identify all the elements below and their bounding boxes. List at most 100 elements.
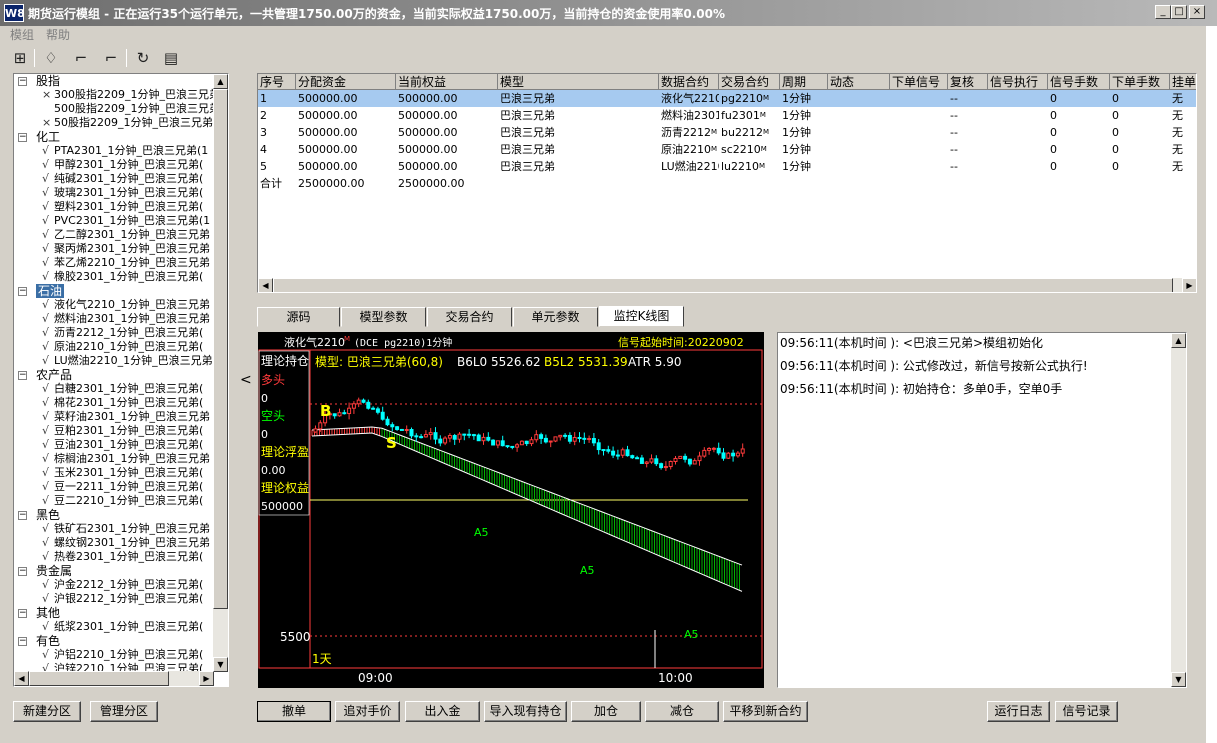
collapse-panel-icon[interactable]: < (240, 372, 252, 388)
manage-partition-button[interactable]: 管理分区 (90, 701, 158, 722)
column-header[interactable]: 信号执行 (988, 74, 1048, 90)
reduce-position-button[interactable]: 减仓 (645, 701, 719, 722)
tree-category[interactable]: − 股指 (14, 74, 214, 88)
tree-item[interactable]: √ 聚丙烯2301_1分钟_巴浪三兄弟 (14, 242, 214, 256)
collapse-icon[interactable]: − (18, 77, 27, 86)
column-header[interactable]: 当前权益 (396, 74, 498, 90)
collapse-icon[interactable]: − (18, 567, 27, 576)
roll-contract-button[interactable]: 平移到新合约 (723, 701, 808, 722)
tree-item[interactable]: √ 棉花2301_1分钟_巴浪三兄弟( (14, 396, 214, 410)
table-row[interactable]: 4 500000.00 500000.00 巴浪三兄弟 原油2210M sc2210M 1分… (258, 141, 1196, 158)
scroll-down-icon[interactable]: ▼ (1171, 672, 1186, 687)
tree-item[interactable]: 500股指2209_1分钟_巴浪三兄弟 (14, 102, 214, 116)
tree-category[interactable]: − 石油 (14, 284, 214, 298)
tree-item[interactable]: √ PVC2301_1分钟_巴浪三兄弟(1 (14, 214, 214, 228)
column-header[interactable]: 下单信号 (890, 74, 948, 90)
tree-item[interactable]: √ 纯碱2301_1分钟_巴浪三兄弟( (14, 172, 214, 186)
maximize-icon[interactable]: □ (1171, 5, 1187, 19)
scroll-left-icon[interactable]: ◀ (14, 671, 29, 686)
table-horizontal-scrollbar[interactable]: ◀ ▶ (258, 278, 1196, 292)
tree-item[interactable]: √ 玻璃2301_1分钟_巴浪三兄弟( (14, 186, 214, 200)
tree-item[interactable]: √ 玉米2301_1分钟_巴浪三兄弟( (14, 466, 214, 480)
tree-item[interactable]: √ 豆一2211_1分钟_巴浪三兄弟( (14, 480, 214, 494)
refresh-icon[interactable]: ↻ (132, 48, 154, 68)
unit-table[interactable]: 序号 分配资金 当前权益 模型 数据合约 交易合约 周期 动态 下单信号 复核 信号执行 信号手数 下单… (257, 73, 1197, 293)
chase-price-button[interactable]: 追对手价 (335, 701, 400, 722)
table-row[interactable]: 2500000.00500000.00巴浪三兄弟燃料油2301Mfu2301M1… (258, 107, 1196, 124)
collapse-icon[interactable]: − (18, 637, 27, 646)
new-partition-button[interactable]: 新建分区 (13, 701, 81, 722)
signal-record-button[interactable]: 信号记录 (1055, 701, 1118, 722)
close-icon[interactable]: × (1189, 5, 1205, 19)
column-header[interactable]: 下单手数 (1110, 74, 1170, 90)
column-header[interactable]: 交易合约 (719, 74, 780, 90)
add-icon[interactable]: ⊞ (9, 48, 31, 68)
signal-up-icon[interactable]: ⌐ (70, 48, 92, 68)
tab-model-params[interactable]: 模型参数 (341, 307, 426, 327)
tree-category[interactable]: − 有色 (14, 634, 214, 648)
collapse-icon[interactable]: − (18, 609, 27, 618)
tree-item[interactable]: √ 菜籽油2301_1分钟_巴浪三兄弟 (14, 410, 214, 424)
tree-item[interactable]: √ 热卷2301_1分钟_巴浪三兄弟( (14, 550, 214, 564)
collapse-icon[interactable]: − (18, 133, 27, 142)
tree-item[interactable]: × 50股指2209_1分钟_巴浪三兄弟 (14, 116, 214, 130)
unit-tree[interactable]: − 股指 × 300股指2209_1分钟_巴浪三兄弟 500股指2209_1分钟_巴浪三… (13, 73, 229, 687)
column-header[interactable]: 信号手数 (1048, 74, 1110, 90)
tree-item[interactable]: √ 沪银2212_1分钟_巴浪三兄弟( (14, 592, 214, 606)
column-header[interactable]: 数据合约 (659, 74, 719, 90)
tree-item[interactable]: √ 豆二2210_1分钟_巴浪三兄弟( (14, 494, 214, 508)
tree-category[interactable]: − 黑色 (14, 508, 214, 522)
tree-item[interactable]: √ 沥青2212_1分钟_巴浪三兄弟( (14, 326, 214, 340)
tree-category[interactable]: − 农产品 (14, 368, 214, 382)
cancel-order-button[interactable]: 撤单 (257, 701, 331, 722)
tree-vertical-scrollbar[interactable]: ▲ ▼ (213, 74, 228, 672)
column-header[interactable]: 序号 (258, 74, 296, 90)
scroll-up-icon[interactable]: ▲ (213, 74, 228, 89)
add-position-button[interactable]: 加仓 (571, 701, 641, 722)
column-header[interactable]: 复核 (948, 74, 988, 90)
collapse-icon[interactable]: − (18, 511, 27, 520)
tree-category[interactable]: − 化工 (14, 130, 214, 144)
scroll-down-icon[interactable]: ▼ (213, 657, 228, 672)
tree-horizontal-scrollbar[interactable]: ◀ ▶ (14, 671, 214, 686)
tree-category[interactable]: − 贵金属 (14, 564, 214, 578)
tree-item[interactable]: √ 纸浆2301_1分钟_巴浪三兄弟( (14, 620, 214, 634)
scroll-up-icon[interactable]: ▲ (1171, 333, 1186, 348)
bell-icon[interactable]: ♢ (40, 48, 62, 68)
import-positions-button[interactable]: 导入现有持仓 (484, 701, 567, 722)
tree-item[interactable]: √ 铁矿石2301_1分钟_巴浪三兄弟 (14, 522, 214, 536)
report-icon[interactable]: ▤ (160, 48, 182, 68)
tree-item[interactable]: √ LU燃油2210_1分钟_巴浪三兄弟 (14, 354, 214, 368)
tree-item[interactable]: √ 橡胶2301_1分钟_巴浪三兄弟( (14, 270, 214, 284)
tree-item[interactable]: √ PTA2301_1分钟_巴浪三兄弟(1 (14, 144, 214, 158)
tab-kline-monitor[interactable]: 监控K线图 (599, 306, 684, 327)
table-row[interactable]: 3 500000.00 500000.00 巴浪三兄弟 沥青2212M bu2212M 1分… (258, 124, 1196, 141)
tree-item[interactable]: √ 沪铝2210_1分钟_巴浪三兄弟( (14, 648, 214, 662)
column-header[interactable]: 模型 (498, 74, 659, 90)
tree-item[interactable]: √ 豆粕2301_1分钟_巴浪三兄弟( (14, 424, 214, 438)
tree-category[interactable]: − 其他 (14, 606, 214, 620)
tree-item[interactable]: √ 白糖2301_1分钟_巴浪三兄弟( (14, 382, 214, 396)
table-row[interactable]: 5500000.00500000.00巴浪三兄弟LU燃油2210Mlu2210M… (258, 158, 1196, 175)
minimize-icon[interactable]: _ (1155, 5, 1171, 19)
table-row[interactable]: 1500000.00500000.00巴浪三兄弟液化气2210Mpg2210M1… (258, 90, 1196, 107)
tree-item[interactable]: √ 乙二醇2301_1分钟_巴浪三兄弟 (14, 228, 214, 242)
tab-unit-params[interactable]: 单元参数 (513, 307, 598, 327)
tree-item[interactable]: √ 豆油2301_1分钟_巴浪三兄弟( (14, 438, 214, 452)
column-header[interactable]: 分配资金 (296, 74, 396, 90)
tree-item[interactable]: √ 苯乙烯2210_1分钟_巴浪三兄弟 (14, 256, 214, 270)
scroll-right-icon[interactable]: ▶ (199, 671, 214, 686)
column-header[interactable]: 周期 (780, 74, 828, 90)
tree-item[interactable]: √ 棕榈油2301_1分钟_巴浪三兄弟 (14, 452, 214, 466)
tree-item[interactable]: √ 塑料2301_1分钟_巴浪三兄弟( (14, 200, 214, 214)
tree-item[interactable]: √ 液化气2210_1分钟_巴浪三兄弟 (14, 298, 214, 312)
scroll-right-icon[interactable]: ▶ (1182, 278, 1196, 292)
menu-module[interactable]: 模组 (10, 26, 34, 43)
menu-help[interactable]: 帮助 (46, 26, 70, 43)
scroll-left-icon[interactable]: ◀ (258, 278, 273, 292)
tree-item[interactable]: √ 原油2210_1分钟_巴浪三兄弟( (14, 340, 214, 354)
tree-item[interactable]: √ 沪金2212_1分钟_巴浪三兄弟( (14, 578, 214, 592)
column-header[interactable]: 动态 (828, 74, 890, 90)
log-scrollbar[interactable]: ▲ ▼ (1171, 333, 1186, 687)
deposit-withdraw-button[interactable]: 出入金 (405, 701, 480, 722)
